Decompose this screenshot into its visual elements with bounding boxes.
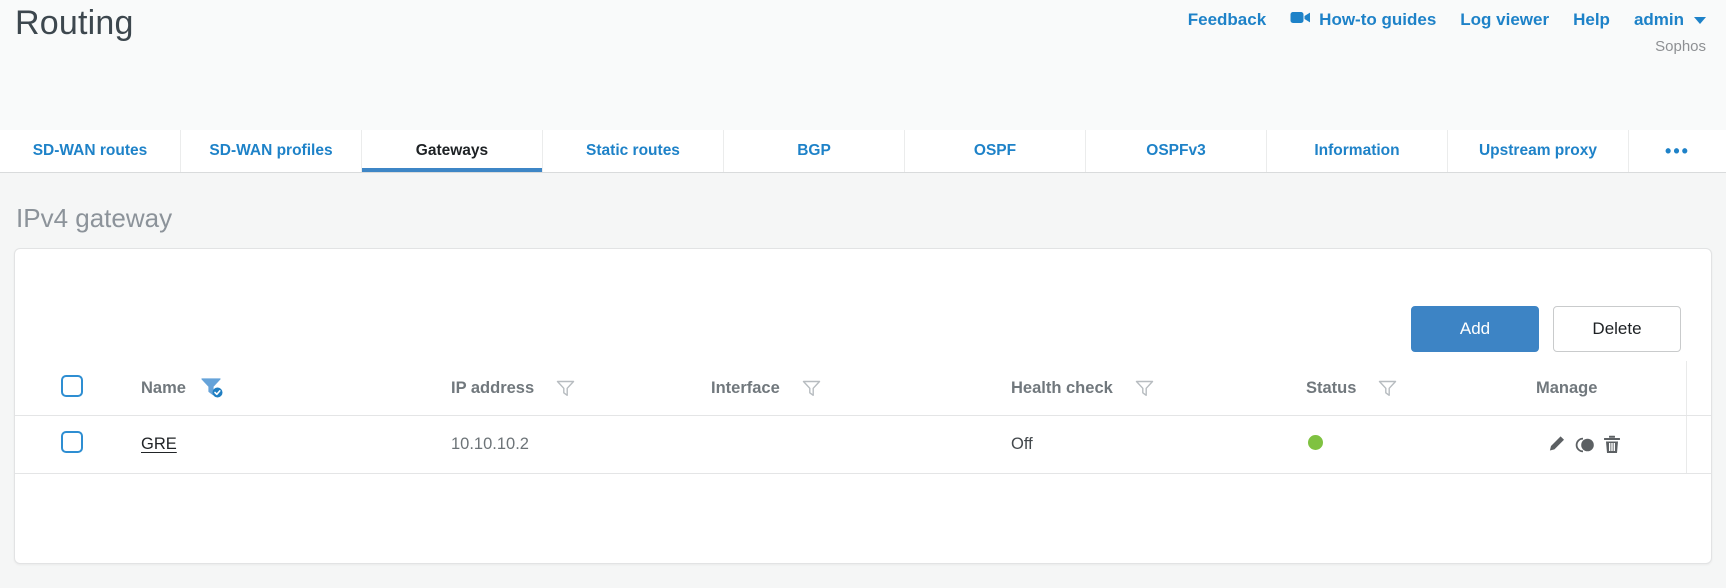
page-header: Routing Feedback How-to guides Log viewe… <box>0 0 1726 130</box>
page-title: Routing <box>15 4 134 42</box>
table-header-row: Name IP address Interface Health check S… <box>15 361 1711 416</box>
tab-information[interactable]: Information <box>1267 130 1448 172</box>
tab-sdwan-profiles[interactable]: SD-WAN profiles <box>181 130 362 172</box>
table-gutter <box>1686 416 1711 473</box>
table-row: GRE 10.10.10.2 Off <box>15 416 1711 474</box>
tab-overflow-ellipsis[interactable]: ••• <box>1629 130 1726 172</box>
tab-sdwan-routes[interactable]: SD-WAN routes <box>0 130 181 172</box>
routing-tabbar: SD-WAN routes SD-WAN profiles Gateways S… <box>0 130 1726 173</box>
gateway-name-link[interactable]: GRE <box>141 435 177 453</box>
admin-label: admin <box>1633 10 1684 29</box>
log-viewer-label: Log viewer <box>1460 10 1550 29</box>
manage-actions <box>1526 435 1686 454</box>
tab-gateways[interactable]: Gateways <box>362 130 543 172</box>
select-all-checkbox[interactable] <box>61 374 83 397</box>
clone-icon[interactable] <box>1575 436 1595 454</box>
column-header-health-check: Health check <box>1011 378 1113 397</box>
column-header-manage: Manage <box>1536 378 1598 397</box>
tab-ospfv3[interactable]: OSPFv3 <box>1086 130 1267 172</box>
gateway-ip-address: 10.10.10.2 <box>451 435 529 453</box>
help-link[interactable]: Help <box>1573 10 1610 30</box>
delete-icon[interactable] <box>1603 435 1621 454</box>
admin-menu[interactable]: admin <box>1634 10 1706 30</box>
video-camera-icon <box>1290 9 1311 31</box>
filter-icon-health-check[interactable] <box>1135 380 1154 397</box>
column-header-ip-address: IP address <box>451 378 535 397</box>
status-dot <box>1308 434 1323 450</box>
column-header-name: Name <box>141 378 186 397</box>
howto-guides-link[interactable]: How-to guides <box>1290 9 1436 31</box>
feedback-link[interactable]: Feedback <box>1188 10 1266 30</box>
table-toolbar: Add Delete <box>15 249 1711 361</box>
filter-icon-status[interactable] <box>1378 380 1397 397</box>
gateway-health-check: Off <box>1011 435 1033 453</box>
column-header-interface: Interface <box>711 378 780 397</box>
filter-active-icon[interactable] <box>200 377 226 399</box>
delete-button[interactable]: Delete <box>1553 306 1681 352</box>
help-label: Help <box>1573 10 1610 29</box>
edit-icon[interactable] <box>1548 435 1567 454</box>
howto-guides-label: How-to guides <box>1319 10 1437 29</box>
log-viewer-link[interactable]: Log viewer <box>1460 10 1549 30</box>
content-area: IPv4 gateway Add Delete Name IP address … <box>0 173 1726 588</box>
tab-upstream-proxy[interactable]: Upstream proxy <box>1448 130 1629 172</box>
add-button[interactable]: Add <box>1411 306 1539 352</box>
tab-static-routes[interactable]: Static routes <box>543 130 724 172</box>
table-gutter <box>1686 361 1711 415</box>
column-header-status: Status <box>1306 378 1357 397</box>
row-checkbox[interactable] <box>61 431 83 453</box>
filter-icon-interface[interactable] <box>802 380 821 397</box>
top-utility-nav: Feedback How-to guides Log viewer Help a… <box>1188 9 1706 55</box>
feedback-label: Feedback <box>1187 10 1267 29</box>
section-heading: IPv4 gateway <box>16 203 173 233</box>
tab-ospf[interactable]: OSPF <box>905 130 1086 172</box>
tab-bgp[interactable]: BGP <box>724 130 905 172</box>
filter-icon-ip[interactable] <box>556 380 575 397</box>
caret-down-icon <box>1694 16 1706 24</box>
brand-label: Sophos <box>1655 38 1706 55</box>
ipv4-gateway-panel: Add Delete Name IP address Interface Hea… <box>14 248 1712 564</box>
